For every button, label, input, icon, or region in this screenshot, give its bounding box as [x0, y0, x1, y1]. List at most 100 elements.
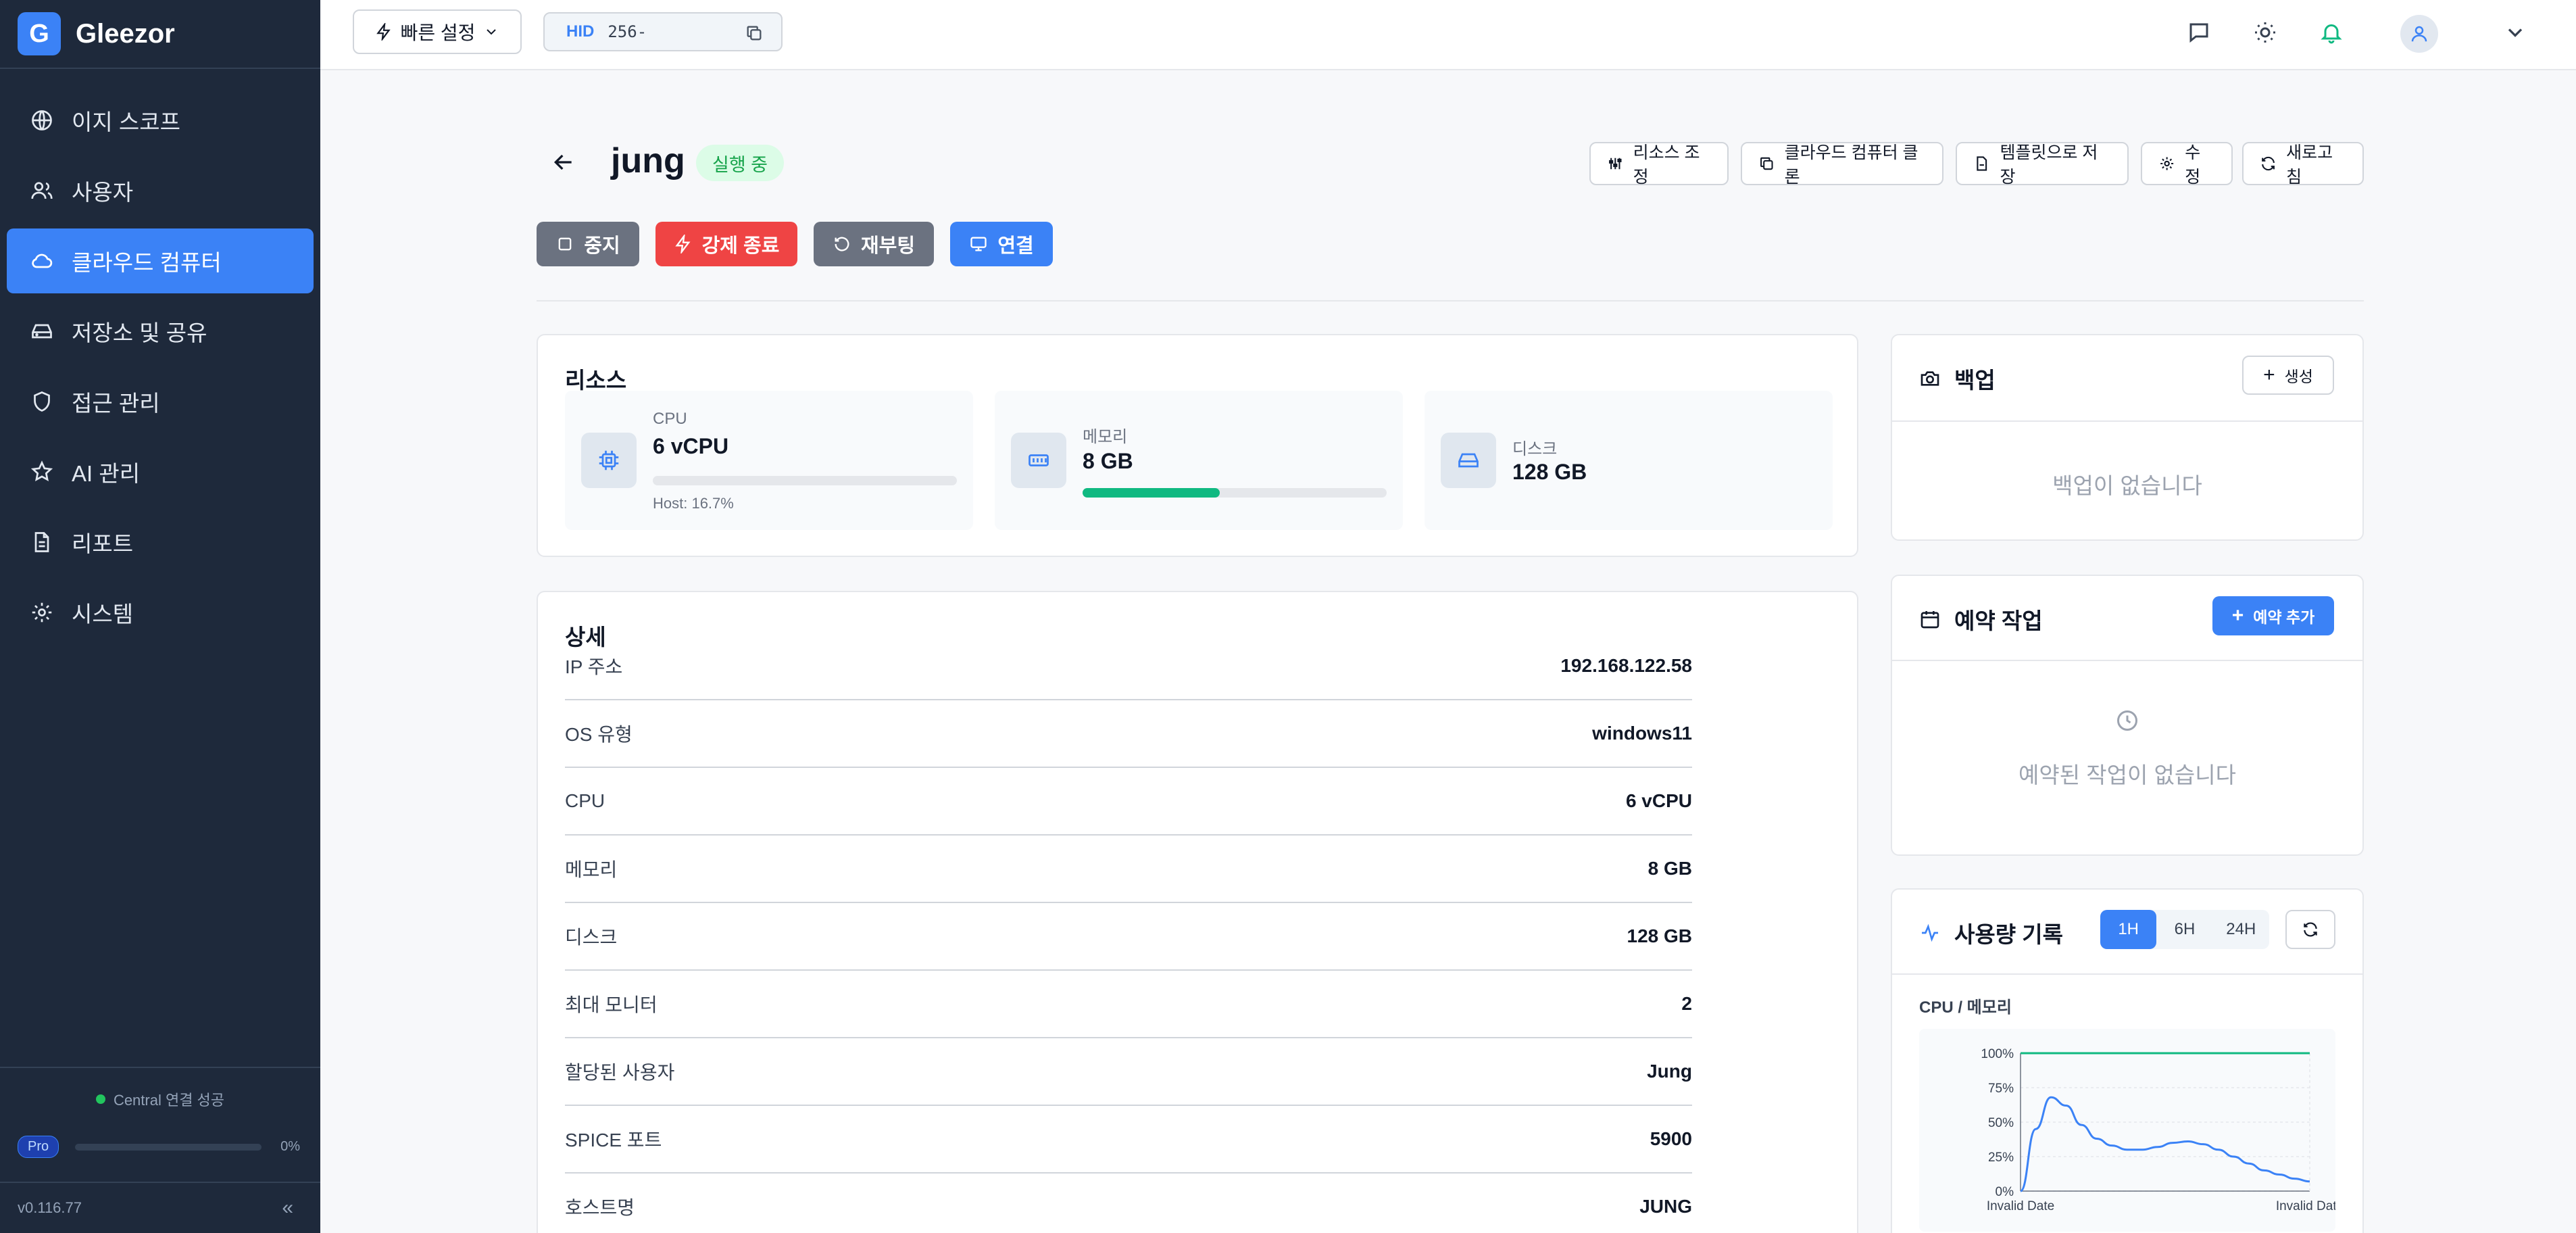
edit-label: 수정: [2185, 143, 2201, 187]
calendar-icon: [1921, 611, 1939, 629]
sidebar-item-label: 클라우드 컴퓨터: [72, 250, 222, 275]
bell-icon[interactable]: [2319, 20, 2344, 45]
disk-label: 디스크: [1512, 440, 1558, 458]
disk-icon-box: [1441, 433, 1496, 488]
memory-icon: [1029, 454, 1049, 466]
detail-value: 128 GB: [1627, 925, 1693, 946]
sidebar: G Gleezor 이지 스코프 사용자 클라우드 컴퓨터 저장소 및 공유 접…: [0, 0, 320, 1233]
hid-field: HID 256-: [543, 12, 783, 51]
sidebar-item-label: 저장소 및 공유: [72, 320, 207, 345]
schedule-empty-text: 예약된 작업이 없습니다: [2018, 763, 2236, 788]
detail-value: 5900: [1650, 1128, 1692, 1149]
sun-icon[interactable]: [2253, 20, 2277, 45]
reboot-button[interactable]: 재부팅: [814, 222, 934, 266]
details-card: 상세 IP 주소 192.168.122.58 OS 유형 windows11 CPU 6…: [537, 591, 1858, 1233]
detail-value: 192.168.122.58: [1560, 655, 1692, 676]
detail-key: 디스크: [565, 927, 618, 948]
sidebar-item-label: 시스템: [72, 602, 134, 627]
memory-usage-fill: [1083, 488, 1220, 498]
detail-value: 8 GB: [1648, 858, 1692, 879]
cloud-icon: [32, 253, 53, 268]
clone-button[interactable]: 클라우드 컴퓨터 클론: [1741, 142, 1943, 187]
refresh-usage-button[interactable]: [2285, 910, 2335, 949]
stop-label: 중지: [584, 235, 620, 257]
create-backup-button[interactable]: + 생성: [2242, 356, 2334, 395]
detail-key: OS 유형: [565, 724, 633, 745]
sparkle-icon: [30, 460, 53, 481]
activity-icon: [1922, 923, 1938, 942]
cpu-icon: [599, 450, 619, 470]
detail-row: CPU 6 vCPU: [565, 768, 1692, 836]
copy-icon[interactable]: [745, 24, 764, 43]
detail-key: IP 주소: [565, 656, 623, 677]
stop-button[interactable]: 중지: [537, 222, 639, 266]
cpu-host-usage: Host: 16.7%: [653, 495, 734, 512]
users-icon: [31, 182, 53, 199]
vm-header: jung 실행 중 리소스 조정 클라우드 컴퓨터 클론 템플릿으로 저장 수정…: [537, 135, 2364, 189]
lightning-icon: [376, 23, 391, 41]
square-icon: [558, 237, 572, 251]
schedule-header: 예약 작업: [1919, 603, 2043, 635]
hid-label: HID: [566, 22, 595, 41]
y-tick-label: 0%: [1996, 1185, 2014, 1199]
sidebar-item-users[interactable]: 사용자: [7, 158, 314, 223]
sidebar-item-reports[interactable]: 리포트: [7, 510, 314, 575]
user-icon: [2411, 26, 2427, 42]
clock-icon: [2117, 710, 2137, 731]
detail-key: CPU: [565, 790, 605, 811]
collapse-sidebar-button[interactable]: «: [282, 1196, 293, 1219]
gear-icon: [32, 602, 52, 623]
card-divider: [1892, 973, 2362, 975]
quick-settings-button[interactable]: 빠른 설정: [353, 9, 522, 54]
plus-icon: +: [2231, 604, 2244, 627]
chevron-down-icon[interactable]: [2503, 20, 2527, 45]
detail-key: SPICE 포트: [565, 1130, 662, 1151]
schedule-title: 예약 작업: [1954, 608, 2043, 633]
connection-status: Central 연결 성공: [0, 1088, 320, 1110]
range-6h-tab[interactable]: 6H: [2156, 910, 2212, 949]
detail-row: OS 유형 windows11: [565, 700, 1692, 768]
memory-icon-box: [1011, 433, 1066, 488]
save-template-button[interactable]: 템플릿으로 저장: [1956, 142, 2129, 187]
disk-resource: 디스크 128 GB: [1425, 391, 1833, 530]
sidebar-item-access[interactable]: 접근 관리: [7, 369, 314, 434]
avatar[interactable]: [2400, 15, 2438, 53]
status-dot: [95, 1094, 105, 1104]
force-stop-button[interactable]: 강제 종료: [655, 222, 797, 266]
range-1h-tab[interactable]: 1H: [2100, 910, 2157, 949]
edit-button[interactable]: 수정: [2141, 142, 2233, 187]
resize-resources-button[interactable]: 리소스 조정: [1589, 142, 1729, 187]
message-icon[interactable]: [2187, 20, 2211, 45]
plus-icon: +: [2263, 364, 2275, 386]
detail-key: 최대 모니터: [565, 994, 658, 1015]
sidebar-item-storage[interactable]: 저장소 및 공유: [7, 299, 314, 364]
chart-title: CPU / 메모리: [1919, 998, 2012, 1017]
drive-icon: [32, 324, 52, 339]
arrow-left-icon[interactable]: [550, 149, 577, 176]
connect-button[interactable]: 연결: [950, 222, 1053, 266]
detail-row: SPICE 포트 5900: [565, 1106, 1692, 1174]
detail-row: 호스트명 JUNG: [565, 1174, 1692, 1233]
sidebar-item-cloud-computer[interactable]: 클라우드 컴퓨터: [7, 228, 314, 293]
detail-key: 호스트명: [565, 1197, 635, 1218]
sidebar-item-ai[interactable]: AI 관리: [7, 439, 314, 504]
sidebar-item-easy-scope[interactable]: 이지 스코프: [7, 88, 314, 153]
detail-row: 메모리 8 GB: [565, 836, 1692, 903]
refresh-icon: [2262, 156, 2275, 171]
lightning-icon: [674, 235, 691, 253]
memory-label: 메모리: [1083, 428, 1128, 446]
refresh-button[interactable]: 새로고침: [2242, 142, 2364, 187]
save-template-label: 템플릿으로 저장: [2000, 143, 2098, 187]
backup-title: 백업: [1954, 368, 1996, 393]
range-24h-tab[interactable]: 24H: [2213, 910, 2269, 949]
add-schedule-button[interactable]: + 예약 추가: [2212, 596, 2334, 635]
backup-empty-text: 백업이 없습니다: [2052, 473, 2202, 498]
sidebar-footer: Central 연결 성공 Pro 0% v0.116.77 «: [0, 1067, 320, 1233]
sidebar-item-system[interactable]: 시스템: [7, 580, 314, 645]
drive-icon: [1458, 453, 1479, 468]
plan-badge: Pro: [18, 1136, 59, 1158]
range-selector: 1H 6H 24H: [2100, 910, 2269, 949]
resize-resources-label: 리소스 조정: [1633, 143, 1700, 187]
plan-usage-percent: 0%: [280, 1139, 300, 1154]
detail-row: 최대 모니터 2: [565, 971, 1692, 1038]
